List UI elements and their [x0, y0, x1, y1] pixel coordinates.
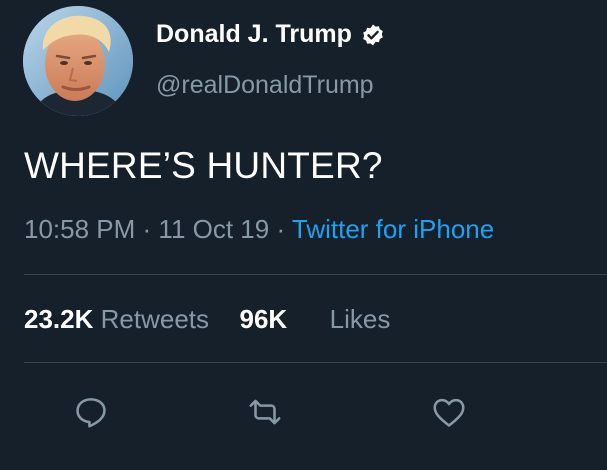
tweet-text: WHERE’S HUNTER?: [24, 145, 383, 186]
likes-count: 96K: [239, 304, 288, 334]
tweet-date[interactable]: 11 Oct 19: [158, 214, 269, 244]
retweet-icon: [249, 399, 281, 425]
engagement-stats: 23.2K Retweets 96K Likes: [24, 304, 390, 335]
tweet-detail: Donald J. Trump @realDonaldTrump WHERE’S…: [0, 0, 607, 470]
author-handle[interactable]: @realDonaldTrump: [156, 71, 374, 100]
tweet-time[interactable]: 10:58 PM: [24, 214, 135, 244]
divider: [24, 274, 607, 275]
retweets-label: Retweets: [100, 304, 210, 334]
author-display-name: Donald J. Trump: [156, 20, 352, 48]
heart-icon: [433, 398, 465, 427]
likes-label: Likes: [329, 304, 391, 334]
reply-button[interactable]: [71, 392, 111, 432]
verified-badge-icon: [361, 23, 385, 47]
meta-separator: ·: [142, 214, 159, 244]
like-button[interactable]: [429, 392, 469, 432]
retweets-count: 23.2K: [24, 304, 94, 334]
avatar[interactable]: [23, 6, 133, 116]
tweet-source-link[interactable]: Twitter for iPhone: [292, 214, 494, 244]
author-name[interactable]: Donald J. Trump: [156, 20, 385, 49]
comment-icon: [76, 398, 106, 428]
avatar-photo: [23, 6, 133, 116]
likes-stat[interactable]: 96K Likes: [239, 304, 390, 334]
retweets-stat[interactable]: 23.2K Retweets: [24, 304, 216, 334]
tweet-actions: [0, 392, 607, 432]
meta-separator: ·: [276, 214, 292, 244]
divider: [24, 362, 607, 363]
retweet-button[interactable]: [245, 392, 285, 432]
tweet-meta: 10:58 PM · 11 Oct 19 · Twitter for iPhon…: [24, 214, 494, 245]
